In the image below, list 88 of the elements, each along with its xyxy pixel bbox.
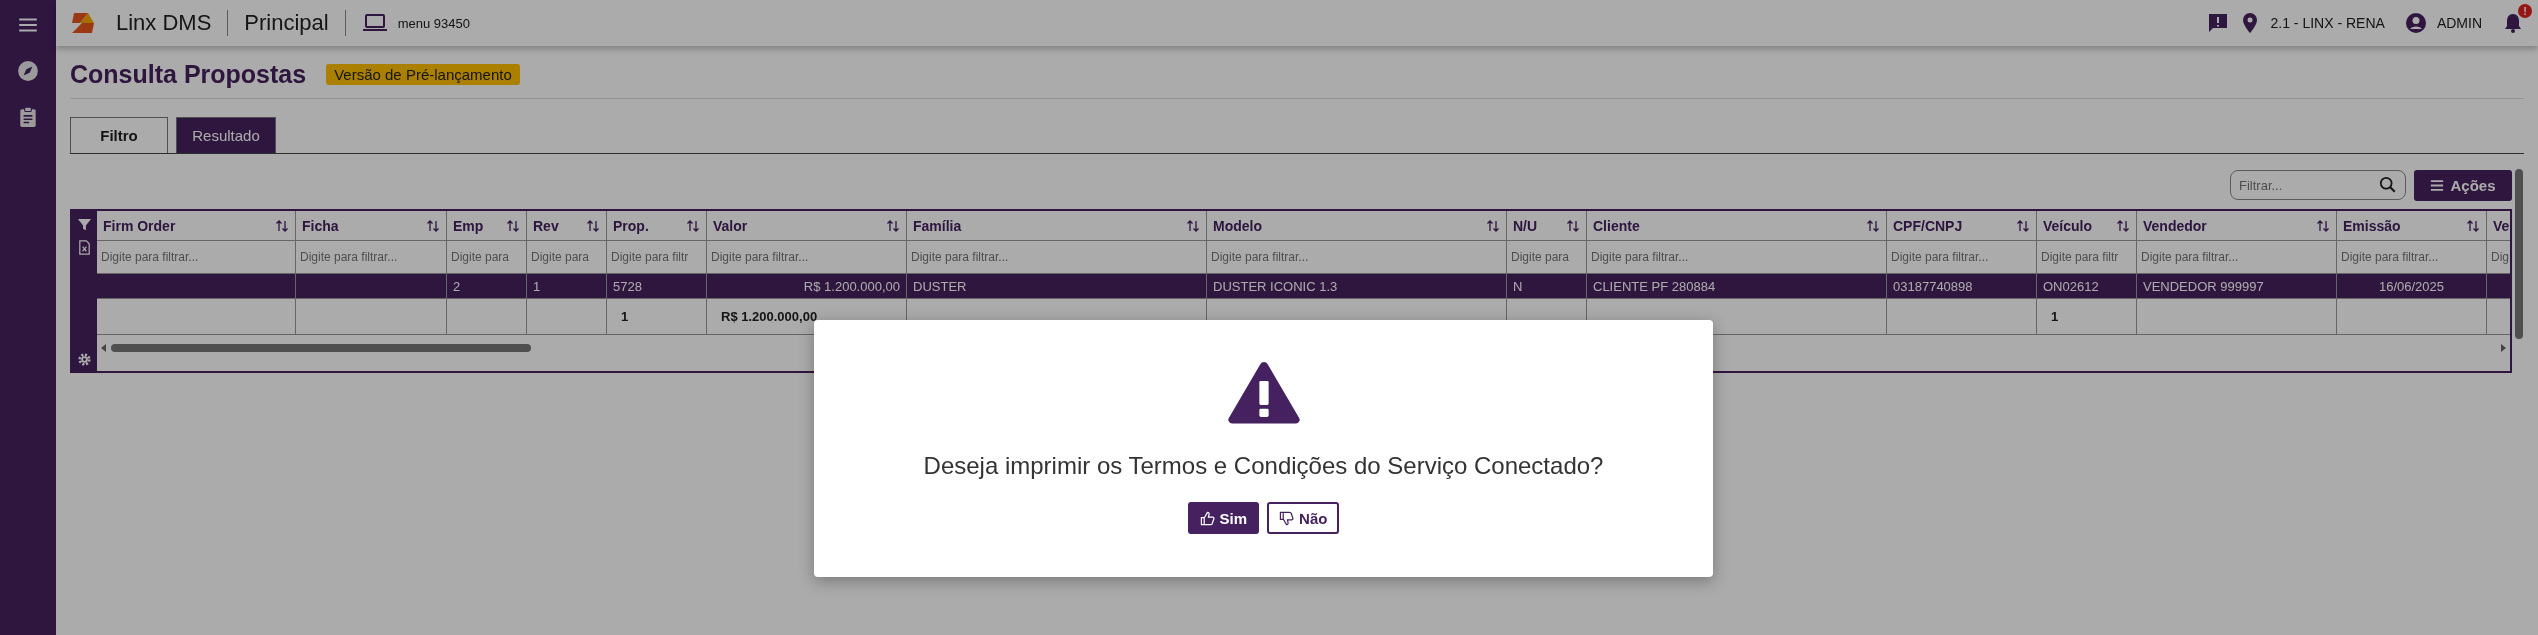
column-title: Vendedor (2143, 217, 2207, 234)
column-header[interactable]: N/U (1507, 211, 1587, 241)
sort-icon[interactable] (1486, 218, 1500, 233)
sort-icon[interactable] (506, 218, 520, 233)
column-title: Valor (713, 217, 748, 234)
compass-icon[interactable] (17, 60, 39, 82)
user-name[interactable]: ADMIN (2436, 15, 2482, 31)
table-row[interactable]: 2 1 5728 R$ 1.200.000,00 DUSTER DUSTER ICONIC 1.3 N CLIENTE PF 280884 03187740898 ON02612 VENDEDOR 999997 16/06/2025 (97, 274, 2511, 299)
tab[interactable]: Resultado (176, 117, 276, 153)
table-cell: VENDEDOR 999997 (2137, 274, 2337, 299)
laptop-icon (361, 13, 388, 33)
yes-button[interactable]: Sim (1187, 502, 1260, 534)
settings-icon[interactable] (77, 352, 92, 367)
column-header[interactable]: Emp (447, 211, 527, 241)
location-text[interactable]: 2.1 - LINX - RENA (2270, 15, 2385, 31)
page-title: Consulta Propostas (70, 59, 307, 89)
column-title: Rev (533, 217, 559, 234)
thumbs-down-icon (1279, 510, 1295, 526)
column-title: Emissão (2343, 217, 2401, 234)
column-title: Cliente (1593, 217, 1640, 234)
column-header[interactable]: Veículo (2037, 211, 2137, 241)
column-header[interactable]: Firm Order (97, 211, 296, 241)
column-title: Ficha (302, 217, 339, 234)
table-cell: 16/06/2025 (2337, 274, 2487, 299)
dialog-message: Deseja imprimir os Termos e Condições do Serviço Conectado? (923, 452, 1604, 480)
column-header[interactable]: Família (907, 211, 1207, 241)
sort-icon[interactable] (2466, 218, 2480, 233)
table-cell: 5728 (607, 274, 707, 299)
column-title: Prop. (613, 217, 649, 234)
bell-icon[interactable] (2502, 12, 2524, 34)
tab[interactable]: Filtro (70, 117, 168, 153)
sort-icon[interactable] (1566, 218, 1580, 233)
sort-icon[interactable] (586, 218, 600, 233)
sort-icon[interactable] (1866, 218, 1880, 233)
total-cell: 1 (2037, 299, 2137, 335)
column-header[interactable]: Valor (707, 211, 907, 241)
search-field[interactable]: Filtrar... (2230, 170, 2406, 200)
sort-icon[interactable] (686, 218, 700, 233)
module-name: Principal (244, 10, 329, 36)
brand-name: Linx DMS (116, 10, 212, 36)
no-button[interactable]: Não (1267, 502, 1340, 534)
column-header[interactable]: Emissão (2337, 211, 2487, 241)
column-title: N/U (1513, 217, 1538, 234)
list-icon (2430, 179, 2445, 192)
sort-icon[interactable] (426, 218, 440, 233)
table-cell: CLIENTE PF 280884 (1587, 274, 1887, 299)
column-title: Família (913, 217, 962, 234)
scroll-right-icon[interactable] (2500, 344, 2507, 352)
column-header[interactable]: Cliente (1587, 211, 1887, 241)
column-header[interactable]: Vendedor (2137, 211, 2337, 241)
sort-icon[interactable] (2116, 218, 2130, 233)
table-cell: 03187740898 (1887, 274, 2037, 299)
table-cell: N (1507, 274, 1587, 299)
total-cell: 1 (607, 299, 707, 335)
actions-button[interactable]: Ações (2414, 170, 2512, 201)
column-header[interactable]: Prop. (607, 211, 707, 241)
column-title: Modelo (1213, 217, 1262, 234)
table-cell: ON02612 (2037, 274, 2137, 299)
filter-icon[interactable] (77, 217, 92, 232)
notification-badge: ! (2518, 4, 2532, 18)
column-header[interactable]: CPF/CNPJ (1887, 211, 2037, 241)
column-title: CPF/CNPJ (1893, 217, 1963, 234)
column-header[interactable]: Modelo (1207, 211, 1507, 241)
table-cell: DUSTER ICONIC 1.3 (1207, 274, 1507, 299)
column-title: Ve (2493, 217, 2510, 234)
thumbs-up-icon (1199, 510, 1215, 526)
table-cell: 2 (447, 274, 527, 299)
scroll-left-icon[interactable] (101, 344, 107, 352)
table-cell: 1 (527, 274, 607, 299)
feedback-icon[interactable] (2206, 12, 2229, 34)
column-header[interactable]: Ficha (296, 211, 447, 241)
sort-icon[interactable] (275, 218, 289, 233)
sort-icon[interactable] (2016, 218, 2030, 233)
menu-number: menu 93450 (397, 15, 470, 31)
sort-icon[interactable] (1186, 218, 1200, 233)
sort-icon[interactable] (886, 218, 900, 233)
column-title: Veículo (2043, 217, 2093, 234)
column-title: Emp (453, 217, 484, 234)
prerelease-badge: Versão de Pré-lançamento (326, 63, 520, 85)
clipboard-icon[interactable] (17, 106, 39, 128)
table-cell: DUSTER (907, 274, 1207, 299)
user-icon (2404, 12, 2427, 34)
column-title: Firm Order (103, 217, 176, 234)
table-cell: R$ 1.200.000,00 (707, 274, 907, 299)
column-header[interactable]: Rev (527, 211, 607, 241)
spreadsheet-icon[interactable] (77, 240, 92, 255)
search-icon (2379, 176, 2397, 194)
sort-icon[interactable] (2316, 218, 2330, 233)
